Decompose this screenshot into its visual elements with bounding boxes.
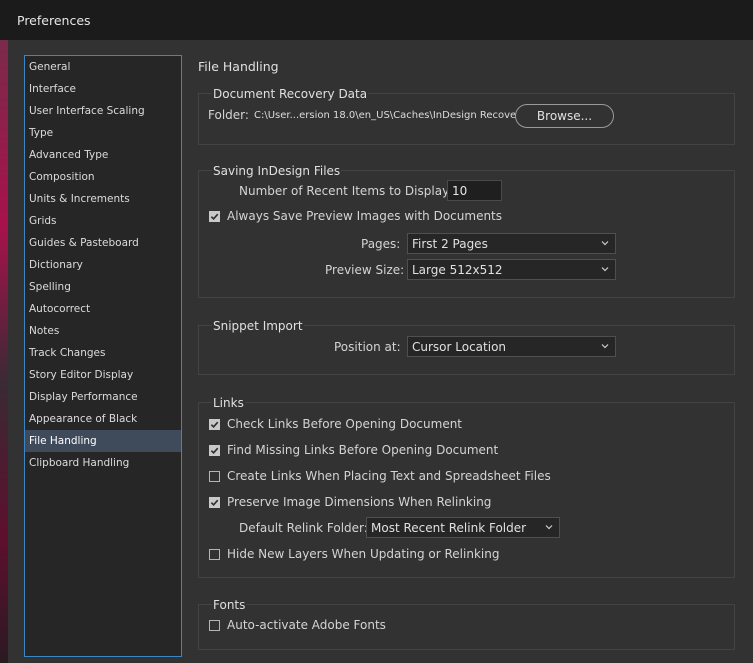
sidebar-item-composition[interactable]: Composition xyxy=(25,166,181,188)
checkbox-checked xyxy=(209,444,220,456)
sidebar-item-display-performance[interactable]: Display Performance xyxy=(25,386,181,408)
checkbox-label: Always Save Preview Images with Document… xyxy=(227,209,503,223)
checkbox-unchecked xyxy=(209,470,220,482)
sidebar-item-appearance-of-black[interactable]: Appearance of Black xyxy=(25,408,181,430)
sidebar-item-spelling[interactable]: Spelling xyxy=(25,276,181,298)
create-links-text-checkbox[interactable]: Create Links When Placing Text and Sprea… xyxy=(209,469,551,483)
checkbox-label: Auto-activate Adobe Fonts xyxy=(227,618,386,632)
checkbox-label: Preserve Image Dimensions When Relinking xyxy=(227,495,492,509)
pages-dropdown[interactable]: First 2 Pages xyxy=(407,233,616,254)
chevron-down-icon xyxy=(601,267,609,272)
check-links-checkbox[interactable]: Check Links Before Opening Document xyxy=(209,417,462,431)
group-label-saving-files: Saving InDesign Files xyxy=(212,164,342,178)
check-icon xyxy=(210,421,219,428)
section-title: File Handling xyxy=(198,59,279,74)
fonts-group: Fonts Auto-activate Adobe Fonts xyxy=(198,598,735,650)
check-icon xyxy=(210,499,219,506)
checkbox-label: Hide New Layers When Updating or Relinki… xyxy=(227,547,500,561)
sidebar-item-user-interface-scaling[interactable]: User Interface Scaling xyxy=(25,100,181,122)
preview-size-dropdown[interactable]: Large 512x512 xyxy=(407,259,616,280)
links-group: Links Check Links Before Opening Documen… xyxy=(198,396,735,578)
checkbox-checked xyxy=(209,418,220,430)
chevron-down-icon xyxy=(545,525,553,530)
checkbox-checked xyxy=(209,210,220,222)
sidebar-item-autocorrect[interactable]: Autocorrect xyxy=(25,298,181,320)
checkbox-checked xyxy=(209,496,220,508)
hide-new-layers-checkbox[interactable]: Hide New Layers When Updating or Relinki… xyxy=(209,547,499,561)
preferences-category-list[interactable]: General Interface User Interface Scaling… xyxy=(24,55,182,657)
chevron-down-icon xyxy=(601,241,609,246)
recovery-folder-path: C:\User...ersion 18.0\en_US\Caches\InDes… xyxy=(254,110,527,121)
browse-button[interactable]: Browse... xyxy=(515,104,614,128)
checkbox-label: Find Missing Links Before Opening Docume… xyxy=(227,443,499,457)
default-relink-folder-dropdown[interactable]: Most Recent Relink Folder xyxy=(366,517,560,538)
recent-items-input[interactable] xyxy=(447,180,502,201)
sidebar-item-file-handling[interactable]: File Handling xyxy=(25,430,181,452)
preview-size-label: Preview Size: xyxy=(325,263,405,277)
pages-dropdown-value: First 2 Pages xyxy=(412,236,488,251)
title-bar: Preferences xyxy=(0,0,753,40)
sidebar-item-general[interactable]: General xyxy=(25,56,181,78)
checkbox-unchecked xyxy=(209,548,220,560)
position-at-label: Position at: xyxy=(334,340,401,354)
background-window-strip xyxy=(0,40,8,663)
sidebar-item-units-increments[interactable]: Units & Increments xyxy=(25,188,181,210)
preserve-image-dimensions-checkbox[interactable]: Preserve Image Dimensions When Relinking xyxy=(209,495,491,509)
checkbox-label: Check Links Before Opening Document xyxy=(227,417,463,431)
checkbox-unchecked xyxy=(209,619,220,631)
document-recovery-group: Document Recovery Data Folder: C:\User..… xyxy=(198,87,735,145)
group-label-links: Links xyxy=(212,396,245,410)
position-at-dropdown[interactable]: Cursor Location xyxy=(407,336,616,357)
sidebar-item-dictionary[interactable]: Dictionary xyxy=(25,254,181,276)
preview-size-dropdown-value: Large 512x512 xyxy=(412,262,503,277)
relink-folder-dropdown-value: Most Recent Relink Folder xyxy=(371,520,527,535)
sidebar-item-grids[interactable]: Grids xyxy=(25,210,181,232)
sidebar-item-track-changes[interactable]: Track Changes xyxy=(25,342,181,364)
sidebar-item-story-editor-display[interactable]: Story Editor Display xyxy=(25,364,181,386)
group-label-fonts: Fonts xyxy=(212,598,247,612)
check-icon xyxy=(210,213,219,220)
pages-label: Pages: xyxy=(361,237,401,251)
default-relink-folder-label: Default Relink Folder: xyxy=(239,521,368,535)
always-save-preview-checkbox[interactable]: Always Save Preview Images with Document… xyxy=(209,209,502,223)
sidebar-item-guides-pasteboard[interactable]: Guides & Pasteboard xyxy=(25,232,181,254)
check-icon xyxy=(210,447,219,454)
sidebar-item-clipboard-handling[interactable]: Clipboard Handling xyxy=(25,452,181,474)
group-label-snippet-import: Snippet Import xyxy=(212,319,304,333)
sidebar-item-advanced-type[interactable]: Advanced Type xyxy=(25,144,181,166)
chevron-down-icon xyxy=(601,344,609,349)
checkbox-label: Create Links When Placing Text and Sprea… xyxy=(227,469,551,483)
sidebar-item-notes[interactable]: Notes xyxy=(25,320,181,342)
auto-activate-fonts-checkbox[interactable]: Auto-activate Adobe Fonts xyxy=(209,618,386,632)
saving-files-group: Saving InDesign Files Number of Recent I… xyxy=(198,164,735,298)
group-label-document-recovery: Document Recovery Data xyxy=(212,87,369,101)
snippet-import-group: Snippet Import Position at: Cursor Locat… xyxy=(198,319,735,375)
position-at-dropdown-value: Cursor Location xyxy=(412,339,507,354)
sidebar-item-type[interactable]: Type xyxy=(25,122,181,144)
recent-items-label: Number of Recent Items to Display: xyxy=(239,184,453,198)
find-missing-links-checkbox[interactable]: Find Missing Links Before Opening Docume… xyxy=(209,443,498,457)
folder-label: Folder: xyxy=(208,108,249,122)
sidebar-item-interface[interactable]: Interface xyxy=(25,78,181,100)
window-title: Preferences xyxy=(17,12,91,28)
